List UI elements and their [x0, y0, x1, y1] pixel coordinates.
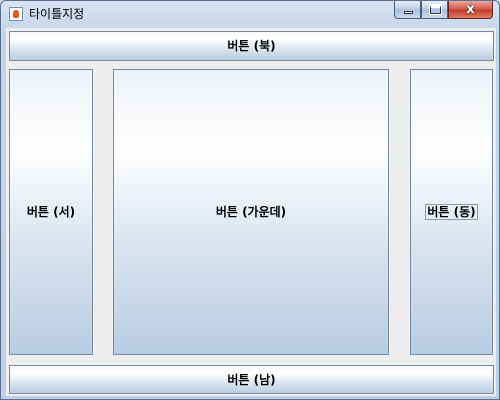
north-button-label: 버튼 (북): [227, 39, 276, 53]
maximize-button[interactable]: [421, 1, 448, 19]
north-button[interactable]: 버튼 (북): [9, 31, 494, 61]
east-button-label: 버튼 (동): [425, 204, 478, 220]
minimize-button[interactable]: [394, 1, 421, 19]
title-bar[interactable]: 타이틀지정 x: [1, 1, 499, 27]
east-button[interactable]: 버튼 (동): [410, 69, 493, 355]
west-button[interactable]: 버튼 (서): [9, 69, 93, 355]
center-button[interactable]: 버튼 (가운데): [113, 69, 389, 355]
west-button-label: 버튼 (서): [26, 205, 76, 219]
center-button-label: 버튼 (가운데): [215, 205, 287, 219]
south-button-label: 버튼 (남): [227, 372, 276, 387]
close-icon: x: [466, 2, 475, 17]
window-title: 타이틀지정: [29, 7, 85, 21]
close-button[interactable]: x: [448, 1, 493, 19]
app-window: 타이틀지정 x 버튼 (북) 버튼 (서) 버튼 (가운데) 버튼 (동) 버튼…: [0, 0, 500, 400]
content-pane: 버튼 (북) 버튼 (서) 버튼 (가운데) 버튼 (동) 버튼 (남): [6, 28, 496, 396]
java-app-icon[interactable]: [9, 7, 23, 21]
caption-buttons: x: [394, 1, 493, 20]
south-button[interactable]: 버튼 (남): [9, 365, 494, 394]
